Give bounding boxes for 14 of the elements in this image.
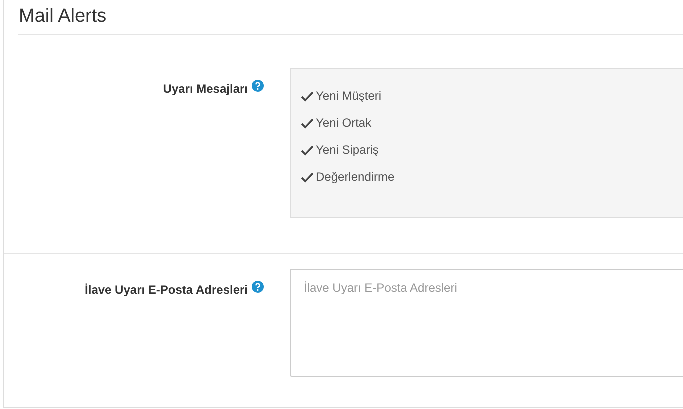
field-label: Uyarı Mesajları	[163, 81, 248, 98]
checkbox-option[interactable]: Yeni Ortak	[301, 114, 372, 132]
field-label: İlave Uyarı E-Posta Adresleri	[85, 282, 248, 299]
checkbox-option[interactable]: Değerlendirme	[301, 168, 395, 186]
checkbox[interactable]	[301, 144, 314, 156]
checkbox-option[interactable]: Yeni Müşteri	[301, 87, 382, 105]
help-icon	[252, 80, 264, 92]
checkbox[interactable]	[301, 90, 314, 102]
section-title: Mail Alerts	[19, 4, 107, 29]
help-icon	[252, 281, 264, 293]
checkbox[interactable]	[301, 116, 314, 130]
checkbox[interactable]	[301, 170, 314, 184]
email-addresses-field[interactable]: İlave Uyarı E-Posta Adresleri	[290, 269, 683, 377]
checkbox-option[interactable]: Yeni Sipariş	[301, 141, 379, 159]
